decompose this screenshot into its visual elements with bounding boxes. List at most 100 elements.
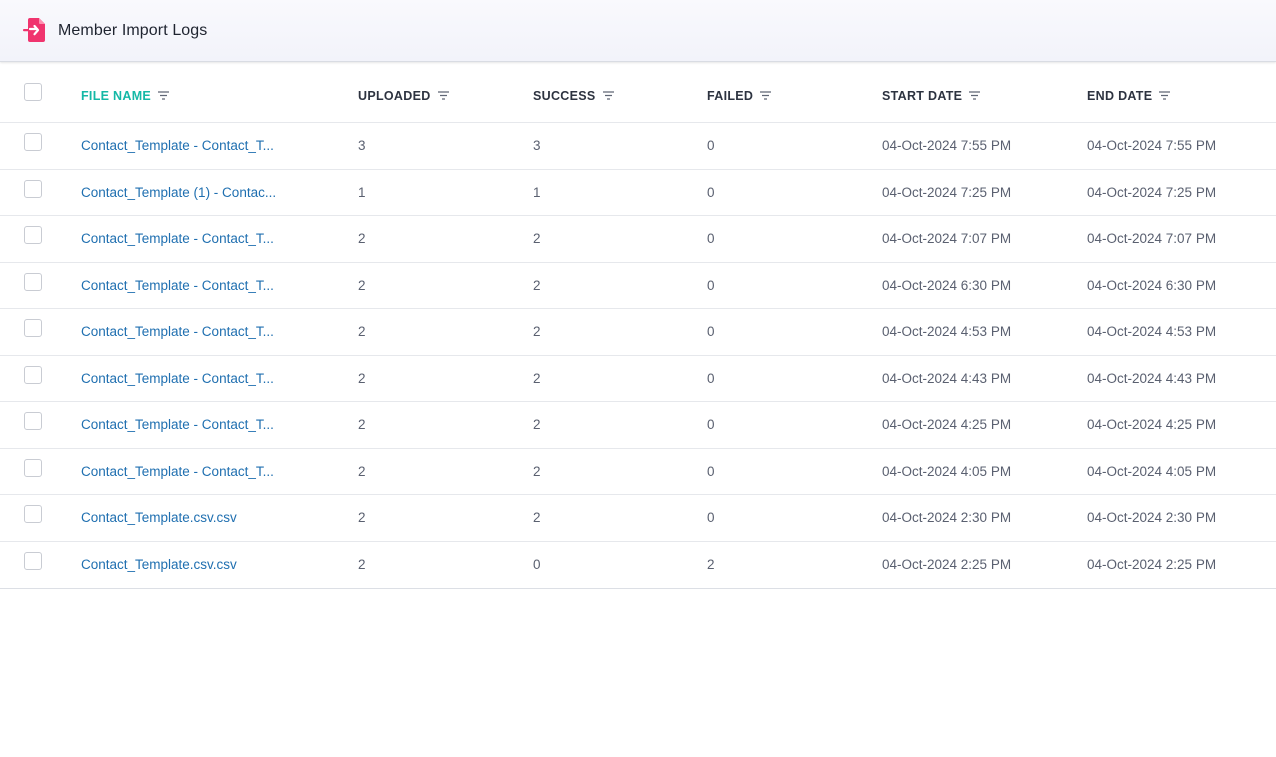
uploaded-cell: 3 <box>358 138 366 154</box>
file-name-cell: Contact_Template - Contact_T... <box>81 263 301 309</box>
file-name-link[interactable]: Contact_Template - Contact_T... <box>81 417 274 432</box>
row-checkbox[interactable] <box>24 319 42 337</box>
end-date-cell: 04-Oct-2024 4:53 PM <box>1087 324 1217 340</box>
file-name-link[interactable]: Contact_Template - Contact_T... <box>81 371 274 386</box>
filter-icon[interactable] <box>1159 91 1171 100</box>
row-checkbox[interactable] <box>24 458 42 477</box>
filter-icon[interactable] <box>760 91 772 100</box>
file-name-cell: Contact_Template - Contact_T... <box>81 309 301 355</box>
failed-cell: 0 <box>707 277 715 293</box>
page-title: Member Import Logs <box>58 22 208 39</box>
row-checkbox-cell <box>24 542 44 589</box>
end-date-cell: 04-Oct-2024 7:55 PM <box>1087 138 1217 154</box>
success-cell: 1 <box>533 184 541 200</box>
row-checkbox-cell <box>24 402 44 448</box>
uploaded-cell: 2 <box>358 231 366 247</box>
row-checkbox[interactable] <box>24 365 42 384</box>
start-date-cell: 04-Oct-2024 4:25 PM <box>882 417 1012 433</box>
success-cell: 3 <box>533 138 541 154</box>
start-date-cell: 04-Oct-2024 2:30 PM <box>882 510 1012 526</box>
select-all-checkbox[interactable] <box>24 83 42 101</box>
success-cell: 2 <box>533 231 541 247</box>
filter-icon[interactable] <box>602 91 614 100</box>
row-checkbox[interactable] <box>24 133 42 151</box>
start-date-cell: 04-Oct-2024 4:53 PM <box>882 324 1012 340</box>
file-name-cell: Contact_Template - Contact_T... <box>81 449 301 495</box>
start-date-cell: 04-Oct-2024 7:25 PM <box>882 184 1012 200</box>
file-name-link[interactable]: Contact_Template (1) - Contac... <box>81 185 276 200</box>
uploaded-cell: 2 <box>358 557 366 573</box>
row-checkbox-cell <box>24 216 44 262</box>
uploaded-cell: 2 <box>358 324 366 340</box>
column-header-failed[interactable]: FAILED <box>707 65 867 122</box>
row-checkbox[interactable] <box>24 551 42 570</box>
column-label: END DATE <box>1087 88 1153 103</box>
column-header-file-name[interactable]: FILE NAME <box>81 65 301 122</box>
table-row: Contact_Template - Contact_T... 2 2 0 04… <box>0 402 1276 449</box>
uploaded-cell: 2 <box>358 370 366 386</box>
end-date-cell: 04-Oct-2024 2:30 PM <box>1087 510 1217 526</box>
start-date-cell: 04-Oct-2024 7:07 PM <box>882 231 1012 247</box>
end-date-cell: 04-Oct-2024 7:25 PM <box>1087 184 1217 200</box>
column-label: FAILED <box>707 88 754 103</box>
start-date-cell: 04-Oct-2024 7:55 PM <box>882 138 1012 154</box>
row-checkbox-cell <box>24 123 44 169</box>
row-checkbox-cell <box>24 309 44 355</box>
start-date-cell: 04-Oct-2024 2:25 PM <box>882 557 1012 573</box>
column-header-success[interactable]: SUCCESS <box>533 65 693 122</box>
file-name-link[interactable]: Contact_Template - Contact_T... <box>81 278 274 293</box>
row-checkbox[interactable] <box>24 272 42 291</box>
uploaded-cell: 1 <box>358 184 366 200</box>
filter-icon[interactable] <box>969 91 981 100</box>
row-checkbox-cell <box>24 263 44 309</box>
uploaded-cell: 2 <box>358 510 366 526</box>
failed-cell: 0 <box>707 463 715 479</box>
row-checkbox[interactable] <box>24 179 42 198</box>
failed-cell: 0 <box>707 231 715 247</box>
table-row: Contact_Template - Contact_T... 2 2 0 04… <box>0 263 1276 309</box>
file-name-link[interactable]: Contact_Template.csv.csv <box>81 510 237 525</box>
file-name-link[interactable]: Contact_Template - Contact_T... <box>81 464 274 479</box>
failed-cell: 0 <box>707 324 715 340</box>
table-row: Contact_Template - Contact_T... 2 2 0 04… <box>0 356 1276 402</box>
file-name-link[interactable]: Contact_Template - Contact_T... <box>81 138 274 153</box>
uploaded-cell: 2 <box>358 463 366 479</box>
failed-cell: 0 <box>707 510 715 526</box>
success-cell: 2 <box>533 463 541 479</box>
row-checkbox[interactable] <box>24 505 42 523</box>
success-cell: 2 <box>533 324 541 340</box>
filter-icon[interactable] <box>437 91 449 100</box>
row-checkbox[interactable] <box>24 412 42 430</box>
table-row: Contact_Template - Contact_T... 2 2 0 04… <box>0 309 1276 356</box>
file-name-link[interactable]: Contact_Template - Contact_T... <box>81 231 274 246</box>
end-date-cell: 04-Oct-2024 6:30 PM <box>1087 277 1217 293</box>
success-cell: 2 <box>533 277 541 293</box>
table-row: Contact_Template - Contact_T... 2 2 0 04… <box>0 449 1276 495</box>
start-date-cell: 04-Oct-2024 6:30 PM <box>882 277 1012 293</box>
success-cell: 0 <box>533 557 541 573</box>
row-checkbox-cell <box>24 449 44 495</box>
row-checkbox[interactable] <box>24 226 42 244</box>
table-row: Contact_Template.csv.csv 2 2 0 04-Oct-20… <box>0 495 1276 542</box>
filter-icon[interactable] <box>158 91 170 100</box>
failed-cell: 0 <box>707 417 715 433</box>
failed-cell: 2 <box>707 557 715 573</box>
file-name-link[interactable]: Contact_Template - Contact_T... <box>81 324 274 339</box>
import-logs-table: FILE NAME UPLOADED SUCCESS FAILED START … <box>0 65 1276 589</box>
column-header-start-date[interactable]: START DATE <box>882 65 1072 122</box>
column-label: SUCCESS <box>533 88 596 103</box>
table-row: Contact_Template - Contact_T... 3 3 0 04… <box>0 123 1276 170</box>
file-name-cell: Contact_Template - Contact_T... <box>81 356 301 402</box>
file-import-icon <box>22 17 48 43</box>
row-checkbox-cell <box>24 495 44 541</box>
column-header-uploaded[interactable]: UPLOADED <box>358 65 518 122</box>
table-header-row: FILE NAME UPLOADED SUCCESS FAILED START … <box>0 65 1276 123</box>
header-checkbox-cell <box>24 65 44 122</box>
file-name-link[interactable]: Contact_Template.csv.csv <box>81 557 237 572</box>
column-header-end-date[interactable]: END DATE <box>1087 65 1267 122</box>
end-date-cell: 04-Oct-2024 4:43 PM <box>1087 370 1217 386</box>
start-date-cell: 04-Oct-2024 4:43 PM <box>882 370 1012 386</box>
uploaded-cell: 2 <box>358 277 366 293</box>
file-name-cell: Contact_Template.csv.csv <box>81 542 301 589</box>
start-date-cell: 04-Oct-2024 4:05 PM <box>882 463 1012 479</box>
